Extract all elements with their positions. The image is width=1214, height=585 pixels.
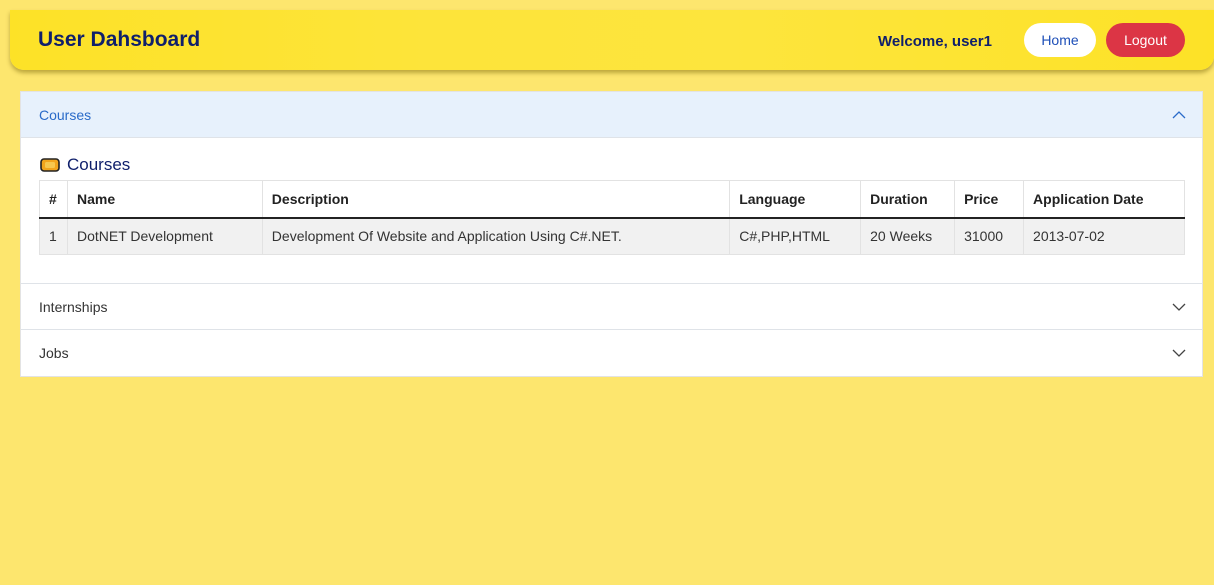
- cell-duration: 20 Weeks: [860, 217, 956, 255]
- column-header-language: Language: [729, 180, 862, 219]
- accordion-label-internships: Internships: [39, 298, 108, 315]
- column-header-price: Price: [954, 180, 1025, 219]
- column-header-duration: Duration: [860, 180, 956, 219]
- courses-panel: Courses # Name Description Language Dura…: [21, 138, 1202, 284]
- logout-button[interactable]: Logout: [1106, 23, 1185, 57]
- column-header-application-date: Application Date: [1023, 180, 1185, 219]
- column-header-index: #: [39, 180, 68, 219]
- cell-language: C#,PHP,HTML: [729, 217, 862, 255]
- courses-table: # Name Description Language Duration Pri…: [39, 180, 1185, 255]
- accordion-header-internships[interactable]: Internships: [21, 284, 1202, 330]
- chevron-up-icon: [1172, 111, 1186, 119]
- column-header-description: Description: [261, 180, 731, 219]
- table-header-row: # Name Description Language Duration Pri…: [39, 180, 1185, 219]
- courses-heading: Courses: [67, 155, 131, 174]
- chevron-down-icon: [1172, 303, 1186, 311]
- chevron-down-icon: [1172, 349, 1186, 357]
- cell-index: 1: [39, 217, 68, 255]
- accordion-header-jobs[interactable]: Jobs: [21, 330, 1202, 376]
- accordion-label-jobs: Jobs: [39, 345, 69, 361]
- top-navbar: User Dahsboard Welcome, user1 Home Logou…: [10, 10, 1214, 70]
- cell-description: Development Of Website and Application U…: [261, 217, 731, 255]
- table-row: 1 DotNET Development Development Of Webs…: [39, 217, 1185, 255]
- dashboard-accordion: Courses Courses # Name Description Langu…: [20, 91, 1203, 377]
- book-icon: [40, 158, 60, 172]
- column-header-name: Name: [66, 180, 263, 219]
- home-button[interactable]: Home: [1024, 23, 1096, 57]
- welcome-text: Welcome, user1: [878, 33, 992, 50]
- accordion-label-courses: Courses: [39, 106, 92, 123]
- cell-price: 31000: [954, 217, 1025, 255]
- cell-name: DotNET Development: [66, 217, 263, 255]
- dashboard-title: User Dahsboard: [38, 28, 201, 51]
- accordion-header-courses[interactable]: Courses: [21, 92, 1202, 138]
- cell-application-date: 2013-07-02: [1023, 217, 1185, 255]
- courses-section-title: Courses: [40, 155, 130, 175]
